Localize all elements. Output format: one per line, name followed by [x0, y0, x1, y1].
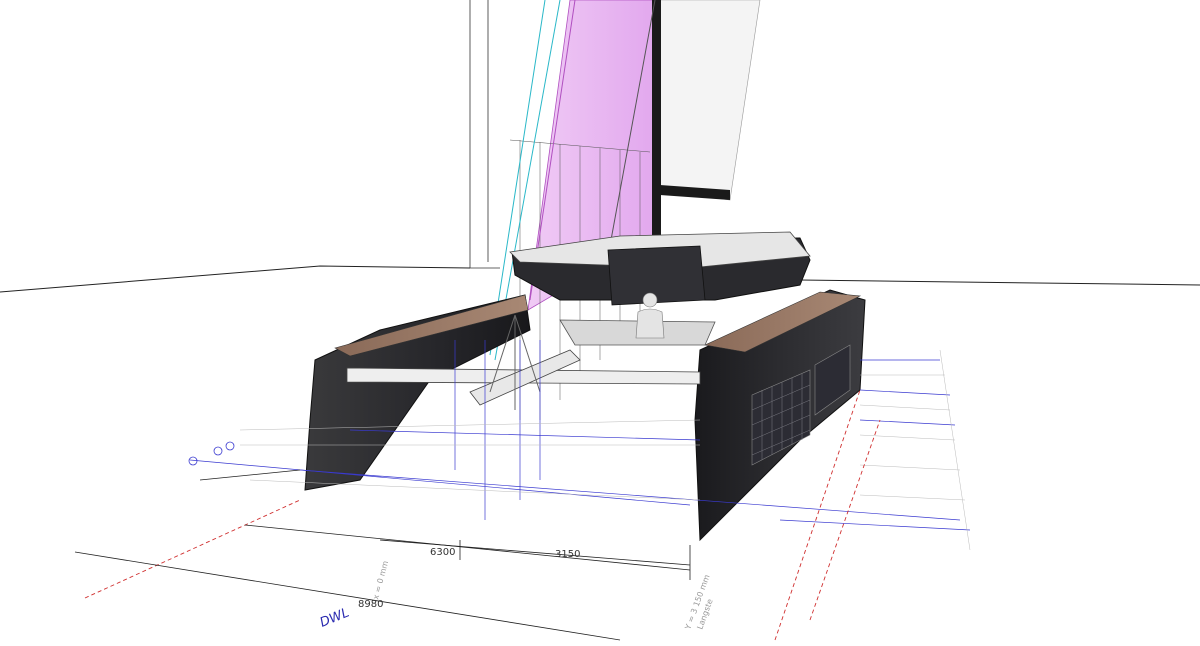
centre-note-label: x = 0 mm	[371, 560, 390, 601]
grid-markers	[188, 441, 235, 466]
dwl-label: DWL	[318, 606, 352, 631]
mainsail	[659, 0, 761, 201]
catamaran-3d-view: 6300 3150 8980 DWL Y = 3 150 mm Langste …	[0, 0, 1200, 641]
mast	[652, 0, 661, 240]
beam-right-label: 3150	[555, 549, 580, 560]
beam-left-label: 6300	[430, 547, 455, 558]
reference-lines	[469, 0, 500, 269]
cabin-front	[607, 245, 706, 306]
